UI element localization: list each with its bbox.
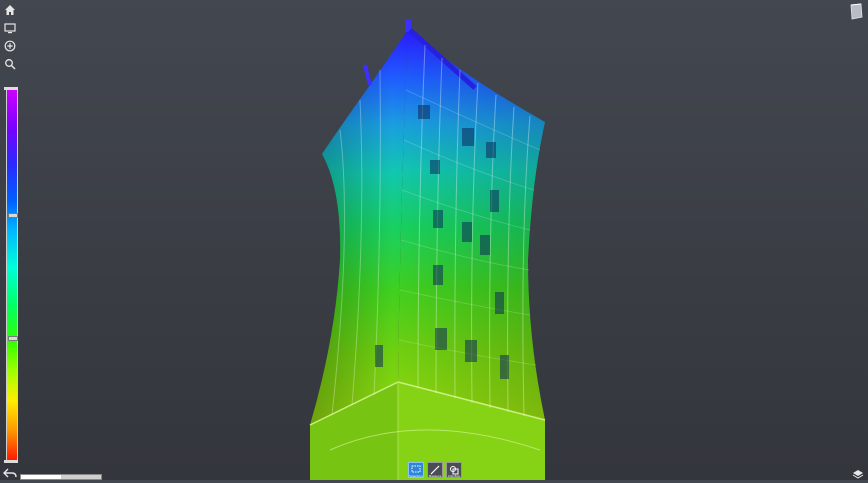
view-button[interactable] bbox=[2, 20, 18, 36]
back-button[interactable] bbox=[3, 464, 17, 478]
left-toolbar bbox=[2, 2, 18, 74]
selection-tool-button[interactable]: Selection bbox=[408, 462, 424, 478]
home-icon bbox=[5, 5, 15, 15]
search-icon bbox=[5, 59, 16, 70]
elevation-colorbar bbox=[6, 90, 18, 460]
add-button[interactable] bbox=[2, 38, 18, 54]
add-circle-icon bbox=[4, 40, 16, 52]
colorbar-bottom-cap bbox=[4, 460, 18, 463]
cube-icon bbox=[850, 3, 863, 20]
measure-tool-button[interactable]: Measure bbox=[427, 462, 443, 478]
undo-arrow-icon bbox=[3, 468, 17, 478]
colorbar-upper-handle[interactable] bbox=[8, 213, 18, 218]
search-button[interactable] bbox=[2, 56, 18, 72]
clip-box-tool-button[interactable]: Clip Box bbox=[446, 462, 462, 478]
scale-bar bbox=[20, 474, 102, 480]
selection-tool-label: Selection bbox=[409, 474, 423, 478]
layers-button[interactable] bbox=[852, 464, 864, 479]
measure-tool-label: Measure bbox=[428, 474, 442, 478]
monitor-icon bbox=[4, 23, 16, 34]
colorbar-lower-handle[interactable] bbox=[8, 336, 18, 341]
home-button[interactable] bbox=[2, 2, 18, 18]
point-cloud-building bbox=[309, 20, 546, 480]
bottom-toolbar: Selection Measure Clip Box bbox=[408, 462, 462, 478]
clip-box-tool-label: Clip Box bbox=[447, 474, 461, 478]
navigation-cube[interactable] bbox=[848, 3, 864, 20]
layers-icon bbox=[852, 470, 864, 479]
